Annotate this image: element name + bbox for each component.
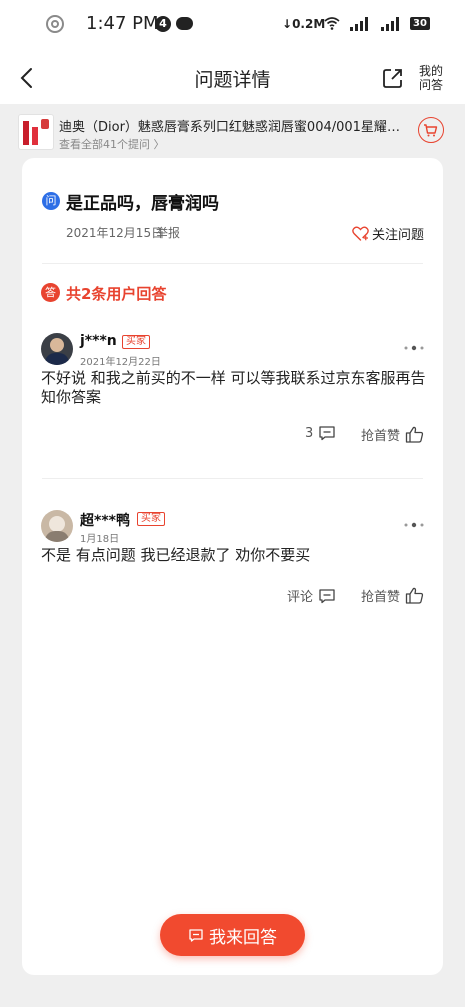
share-icon[interactable]: [381, 66, 405, 90]
buyer-badge: 买家: [137, 512, 165, 526]
back-icon[interactable]: [16, 65, 40, 91]
chat-icon: [176, 17, 193, 30]
divider: [42, 263, 423, 264]
comment-icon: [319, 426, 335, 441]
question-card: 问 是正品吗，唇膏润吗 2021年12月15日 举报 关注问题 答 共2条用户回…: [22, 158, 443, 975]
follow-question-button[interactable]: 关注问题: [352, 224, 424, 243]
signal-icon: [350, 17, 368, 31]
answer-text: 不好说 和我之前买的不一样 可以等我联系过京东客服再告知你答案: [41, 369, 426, 406]
like-button[interactable]: 抢首赞: [361, 425, 424, 444]
answer-pen-icon: [189, 928, 203, 942]
status-time: 1:47 PM: [86, 13, 159, 34]
question-date: 2021年12月15日: [66, 226, 164, 240]
product-thumbnail: [18, 114, 54, 150]
notification-badge: 4: [155, 16, 171, 32]
nav-bar: 问题详情 我的 问答: [0, 52, 465, 104]
more-icon[interactable]: [402, 520, 426, 530]
report-link[interactable]: 举报: [156, 224, 180, 241]
app-circle-icon: [46, 15, 64, 33]
answer-date: 1月18日: [80, 534, 120, 545]
answer-user-name: j***n: [80, 333, 117, 349]
avatar[interactable]: [41, 510, 73, 542]
signal-icon-2: [381, 17, 399, 31]
thumbs-up-icon: [405, 426, 424, 443]
answer-text: 不是 有点问题 我已经退款了 劝你不要买: [41, 546, 311, 564]
answer-icon: 答: [41, 283, 60, 302]
more-icon[interactable]: [402, 343, 426, 353]
question-icon: 问: [42, 192, 60, 210]
buyer-badge: 买家: [122, 335, 150, 349]
battery-icon: 30: [410, 17, 430, 30]
comment-button[interactable]: 3: [305, 425, 336, 441]
divider: [42, 478, 423, 479]
answer-count: 共2条用户回答: [66, 285, 167, 303]
answer-date: 2021年12月22日: [80, 357, 161, 368]
my-qa-button[interactable]: 我的 问答: [414, 64, 448, 92]
cart-icon: [424, 124, 438, 137]
answer-user-name: 超***鸭: [80, 513, 130, 529]
answer-question-button[interactable]: 我来回答: [160, 914, 305, 956]
thumbs-up-icon: [405, 587, 424, 604]
product-title: 迪奥（Dior）魅惑唇膏系列口红魅惑润唇蜜004/001星耀唇...: [59, 120, 411, 135]
question-title: 是正品吗，唇膏润吗: [66, 194, 219, 214]
wifi-icon: [324, 17, 340, 30]
status-bar: 1:47 PM 4 ↓0.2M 30: [0, 0, 465, 52]
heart-icon: [352, 226, 369, 241]
cart-button[interactable]: [418, 117, 444, 143]
avatar[interactable]: [41, 333, 73, 365]
view-all-questions-link[interactable]: 查看全部41个提问 〉: [59, 136, 165, 152]
comment-icon: [319, 588, 335, 603]
product-strip[interactable]: 迪奥（Dior）魅惑唇膏系列口红魅惑润唇蜜004/001星耀唇... 查看全部4…: [0, 104, 465, 156]
network-speed: ↓0.2M: [282, 17, 326, 31]
comment-button[interactable]: 评论: [287, 586, 336, 605]
like-button[interactable]: 抢首赞: [361, 586, 424, 605]
